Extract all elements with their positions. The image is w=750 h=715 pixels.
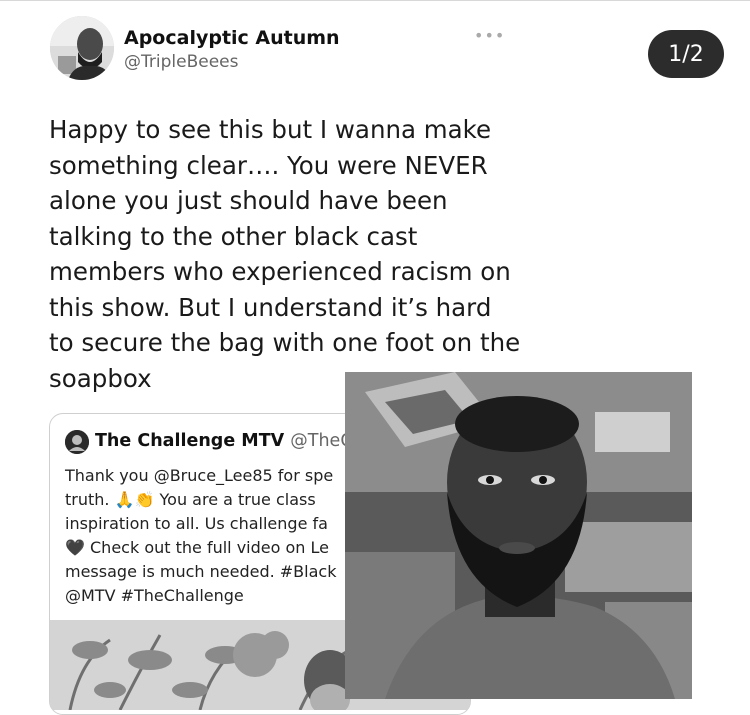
- more-options-icon[interactable]: •••: [474, 26, 505, 45]
- tweet-text: Happy to see this but I wanna make somet…: [49, 112, 521, 396]
- quoted-author-name[interactable]: The Challenge MTV: [95, 431, 284, 451]
- top-divider: [0, 0, 750, 1]
- quoted-author[interactable]: The Challenge MTV @TheCh: [95, 431, 364, 451]
- tweet-text-line: Happy to see this but I wanna make: [49, 115, 492, 144]
- page-indicator: 1/2: [648, 30, 724, 78]
- author-avatar[interactable]: [50, 16, 114, 80]
- tweet-text-line: alone you just should have been: [49, 186, 448, 215]
- person-photo: [345, 372, 692, 699]
- tweet-text-line: to secure the bag with one foot on the: [49, 328, 521, 357]
- tweet-text-line: something clear…. You were NEVER: [49, 150, 488, 180]
- quoted-avatar[interactable]: [65, 430, 89, 454]
- tweet-text-line: talking to the other black cast: [49, 221, 418, 251]
- tweet-text-line: this show. But I understand it’s hard: [49, 292, 492, 322]
- author-handle[interactable]: @TripleBeees: [124, 52, 238, 72]
- author-name[interactable]: Apocalyptic Autumn: [124, 27, 340, 49]
- tweet-text-line: members who experienced racism on: [49, 257, 511, 286]
